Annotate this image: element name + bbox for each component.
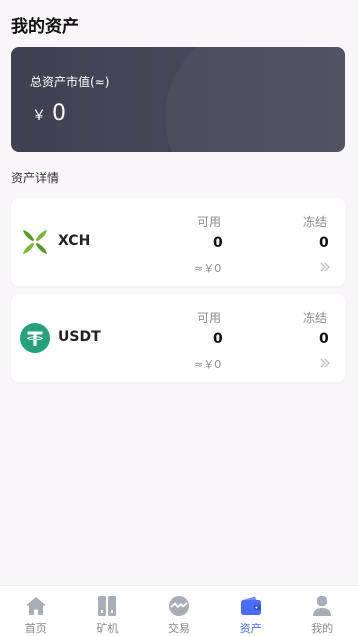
wallet-icon	[240, 596, 261, 615]
frozen-label: 冻结	[303, 311, 328, 325]
card-decoration	[165, 47, 345, 152]
available-value: 0	[213, 331, 223, 347]
section-title: 资产详情	[11, 171, 60, 185]
tab-trade[interactable]: 交易	[143, 586, 215, 636]
total-assets-card: 总资产市值(≈) ￥ 0	[11, 47, 345, 152]
available-label: 可用	[197, 215, 222, 229]
miner-icon	[98, 596, 117, 616]
tab-label: 交易	[167, 622, 190, 635]
bottom-tabbar: 首页 矿机 交易 资产 我的	[0, 585, 358, 636]
currency-symbol: ￥	[32, 108, 46, 124]
page-title: 我的资产	[11, 17, 79, 37]
total-assets-value: ￥ 0	[32, 101, 66, 126]
tab-miner[interactable]: 矿机	[72, 586, 144, 636]
frozen-value: 0	[319, 331, 329, 347]
available-label: 可用	[197, 311, 222, 325]
asset-card-xch[interactable]: XCH 可用 冻结 0 0 ≈￥0	[11, 198, 345, 286]
tab-label: 资产	[239, 622, 262, 635]
total-assets-label: 总资产市值(≈)	[30, 75, 110, 89]
coin-name: USDT	[58, 329, 101, 345]
chia-leaf-icon	[23, 230, 47, 254]
user-icon	[313, 596, 332, 616]
double-chevron-right-icon[interactable]	[319, 261, 331, 273]
trade-icon	[168, 596, 189, 616]
tab-label: 首页	[24, 622, 47, 635]
tether-icon	[20, 323, 50, 353]
home-icon	[25, 597, 46, 615]
coin-name: XCH	[58, 233, 91, 249]
total-assets-amount: 0	[52, 101, 66, 126]
frozen-label: 冻结	[303, 215, 328, 229]
double-chevron-right-icon[interactable]	[319, 357, 331, 369]
tab-home[interactable]: 首页	[0, 586, 72, 636]
approx-value: ≈￥0	[194, 358, 222, 371]
tab-label: 我的	[311, 622, 334, 635]
approx-value: ≈￥0	[194, 262, 222, 275]
tab-profile[interactable]: 我的	[286, 586, 358, 636]
tab-assets[interactable]: 资产	[215, 586, 287, 636]
available-value: 0	[213, 235, 223, 251]
tab-label: 矿机	[96, 622, 119, 635]
frozen-value: 0	[319, 235, 329, 251]
asset-card-usdt[interactable]: USDT 可用 冻结 0 0 ≈￥0	[11, 294, 345, 382]
